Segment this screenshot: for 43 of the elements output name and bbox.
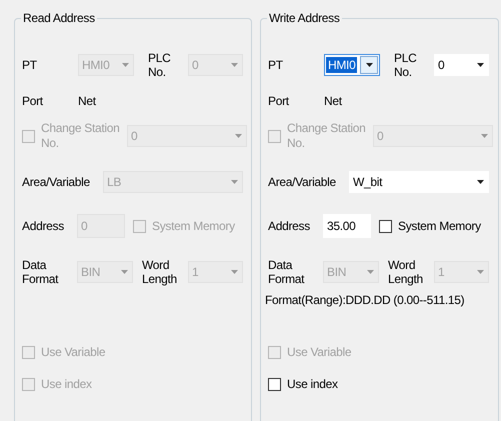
field-label: PLC No.	[148, 51, 172, 79]
caret-icon	[230, 270, 238, 274]
checkbox-label: Use index	[287, 376, 338, 392]
caret-icon	[366, 270, 374, 274]
checkbox-label: Use Variable	[41, 344, 106, 360]
checkbox-label: Change Station No.	[287, 121, 367, 151]
caret-icon	[230, 63, 238, 67]
field-label: Word Length	[142, 258, 178, 286]
field-label: PT	[268, 58, 284, 72]
caret-icon	[366, 63, 372, 67]
field-label: Area/Variable	[22, 175, 91, 189]
caret-icon	[120, 270, 128, 274]
field-label: PLC No.	[394, 51, 418, 79]
caret-icon	[480, 134, 488, 138]
field-label: Port	[22, 94, 44, 108]
dropdown[interactable]: W_bit	[349, 171, 489, 193]
caret-icon	[234, 134, 242, 138]
port-value: Net	[324, 94, 342, 108]
caret-icon	[230, 180, 238, 184]
caret-icon	[476, 63, 484, 67]
field-label: Area/Variable	[268, 175, 337, 189]
field-label: Address	[22, 219, 65, 233]
field-label: Word Length	[388, 258, 424, 286]
checkbox-label: System Memory	[152, 218, 235, 234]
caret-icon	[476, 270, 484, 274]
checkbox-label: Change Station No.	[41, 121, 121, 151]
caret-icon	[476, 180, 484, 184]
address-field[interactable]: 35.00	[323, 214, 371, 238]
field-label: Data Format	[268, 258, 306, 286]
field-label: Address	[268, 219, 311, 233]
port-value: Net	[78, 94, 96, 108]
checkbox[interactable]	[268, 378, 281, 390]
checkbox-label: Use index	[41, 376, 92, 392]
checkbox-label: Use Variable	[287, 344, 352, 360]
field-label: Port	[268, 94, 290, 108]
dropdown[interactable]: HMI0	[324, 54, 380, 76]
checkbox-label: System Memory	[398, 218, 481, 234]
field-label: Data Format	[22, 258, 60, 286]
field-label: PT	[22, 58, 38, 72]
format-range-text: Format(Range):DDD.DD (0.00--511.15)	[265, 293, 464, 307]
caret-icon	[122, 63, 128, 67]
checkbox[interactable]	[379, 220, 392, 232]
dropdown[interactable]: 0	[434, 54, 489, 76]
